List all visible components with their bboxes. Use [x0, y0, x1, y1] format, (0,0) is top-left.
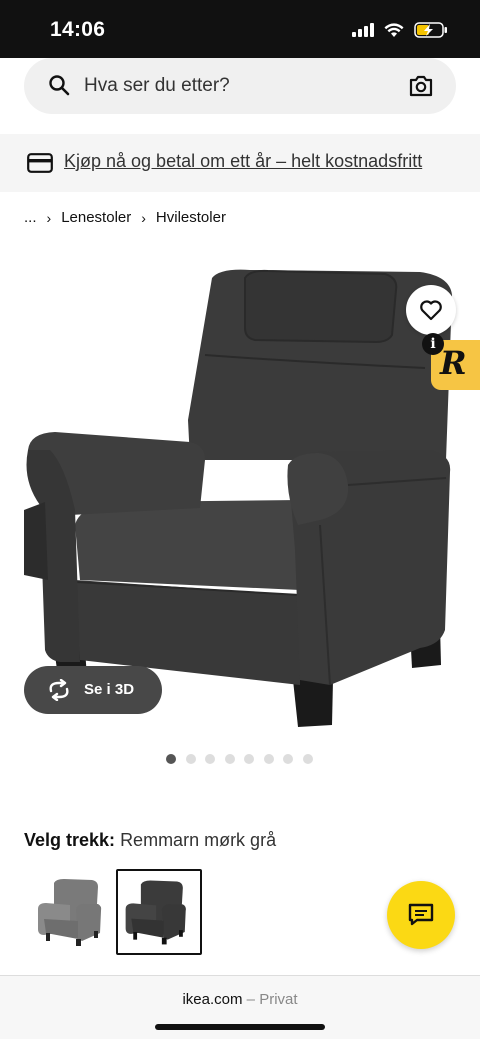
view-3d-label: Se i 3D [84, 681, 135, 698]
chair-thumbnail-image [38, 879, 102, 946]
credit-card-icon [27, 153, 53, 173]
search-area: Hva ser du etter? [0, 58, 480, 134]
carousel-dot[interactable] [166, 754, 176, 764]
carousel-dot[interactable] [302, 754, 313, 764]
image-carousel-dots [166, 754, 313, 764]
variant-value: Remmarn mørk grå [120, 830, 277, 850]
chat-bubble-icon [408, 903, 434, 926]
view-3d-button[interactable]: Se i 3D [24, 666, 162, 714]
breadcrumb-item-lenestoler[interactable]: Lenestoler [61, 209, 131, 226]
info-icon[interactable]: i [422, 333, 444, 355]
chevron-right-icon: › [46, 209, 52, 226]
carousel-dot[interactable] [283, 754, 293, 764]
carousel-dot[interactable] [263, 754, 274, 764]
signal-icon [352, 23, 374, 37]
heart-icon [420, 300, 442, 321]
variant-selector-label: Velg trekk: Remmarn mørk grå [24, 830, 276, 851]
camera-icon[interactable] [408, 74, 434, 98]
carousel-dot[interactable] [205, 754, 215, 764]
chat-button[interactable] [387, 881, 455, 949]
search-input[interactable]: Hva ser du etter? [24, 58, 456, 114]
wifi-icon [384, 22, 404, 37]
financing-promo[interactable]: Kjøp nå og betal om ett år – helt kostna… [0, 134, 480, 192]
status-icons [352, 22, 448, 38]
breadcrumb-item-hvilestoler[interactable]: Hvilestoler [156, 209, 226, 226]
status-bar: 14:06 [0, 0, 480, 58]
url-domain: ikea.com [182, 991, 243, 1008]
breadcrumb: ... › Lenestoler › Hvilestoler [24, 209, 226, 226]
variant-thumbnail-dark-grey[interactable] [116, 869, 202, 955]
rotate-3d-icon [49, 679, 69, 701]
search-placeholder: Hva ser du etter? [84, 75, 230, 96]
chevron-right-icon: › [141, 209, 146, 226]
carousel-dot[interactable] [244, 754, 254, 764]
favorite-button[interactable] [406, 285, 456, 335]
carousel-dot[interactable] [185, 754, 196, 764]
private-mode-label: Privat [259, 991, 298, 1008]
battery-charging-icon [414, 22, 447, 38]
url-separator: – [242, 991, 260, 1008]
carousel-dot[interactable] [224, 754, 235, 764]
status-time: 14:06 [50, 18, 106, 41]
variant-label: Velg trekk: [24, 830, 116, 850]
promo-link[interactable]: Kjøp nå og betal om ett år – helt kostna… [64, 151, 422, 172]
chair-thumbnail-image [125, 880, 186, 945]
search-icon [49, 75, 70, 96]
address-bar[interactable]: ikea.com – Privat [0, 991, 480, 1008]
extension-logo: R [440, 344, 467, 382]
home-indicator[interactable] [155, 1024, 325, 1030]
browser-bar: ikea.com – Privat [0, 975, 480, 1039]
variant-thumbnail-light-grey[interactable] [30, 869, 116, 955]
breadcrumb-ellipsis[interactable]: ... [24, 209, 37, 226]
